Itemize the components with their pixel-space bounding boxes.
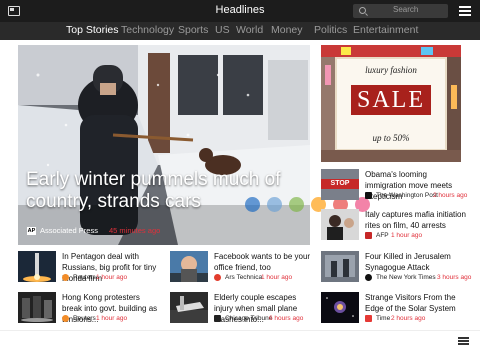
story-thumbnail [170, 251, 208, 282]
ad-headline: luxury fashion [365, 65, 417, 75]
tab-sports[interactable]: Sports [178, 24, 208, 36]
story-card[interactable]: Elderly couple escapes injury when small… [170, 292, 312, 324]
loading-dot [289, 197, 304, 212]
story-title[interactable]: Four Killed in Jerusalem Synagogue Attac… [365, 251, 466, 273]
loading-dot [245, 197, 260, 212]
story-source: Reuters [73, 274, 96, 281]
story-title[interactable]: Italy captures mafia initiation rites on… [365, 209, 466, 231]
story-thumbnail [170, 292, 208, 323]
chicago-tribune-logo-icon [214, 315, 221, 322]
thumbnail-sign-text: STOP [330, 180, 350, 187]
side-story-card[interactable]: Italy captures mafia initiation rites on… [321, 209, 466, 241]
story-time: 6 hours ago [269, 315, 304, 322]
top-bar: Headlines Search [0, 0, 480, 22]
reuters-logo-icon [62, 274, 69, 281]
hero-source: Associated Press [40, 226, 98, 235]
story-time: 2 hours ago [433, 192, 468, 199]
list-view-icon[interactable] [458, 337, 469, 346]
reuters-logo-icon [62, 315, 69, 322]
hamburger-menu-icon[interactable] [459, 6, 471, 16]
tab-technology[interactable]: Technology [121, 24, 174, 36]
story-thumbnail [18, 292, 56, 323]
tab-politics[interactable]: Politics [314, 24, 347, 36]
story-title[interactable]: Facebook wants to be your office friend,… [214, 251, 314, 273]
story-time: 1 hour ago [261, 274, 293, 281]
story-source: AFP [376, 232, 389, 239]
tab-money[interactable]: Money [271, 24, 303, 36]
story-title[interactable]: Strange Visitors From the Edge of the So… [365, 292, 466, 314]
story-time: 1 hour ago [96, 274, 128, 281]
hero-timestamp: 45 minutes ago [109, 226, 161, 235]
story-time: 3 hours ago [437, 274, 472, 281]
side-story-card[interactable]: Four Killed in Jerusalem Synagogue Attac… [321, 251, 471, 283]
story-card[interactable]: In Pentagon deal with Russians, big prof… [18, 251, 160, 283]
story-source: Reuters [73, 315, 96, 322]
loading-dot [267, 197, 282, 212]
ad-sale-label: SALE [351, 85, 431, 115]
tab-us[interactable]: US [215, 24, 230, 36]
story-thumbnail [321, 292, 359, 323]
story-thumbnail [321, 209, 359, 240]
story-thumbnail [18, 251, 56, 282]
story-time: 1 hour ago [391, 232, 423, 239]
new-york-times-logo-icon [365, 274, 372, 281]
story-time: 1 hour ago [96, 315, 128, 322]
search-placeholder: Search [393, 5, 419, 14]
story-source: The New York Times [376, 274, 436, 281]
advertisement-banner[interactable]: luxury fashion SALE up to 50% [321, 45, 461, 162]
story-source: Chicago Tribune [225, 315, 273, 322]
ars-technica-logo-icon [214, 274, 221, 281]
ad-discount: up to 50% [372, 133, 410, 143]
search-box[interactable]: Search [353, 4, 448, 18]
story-source: Time [376, 315, 391, 322]
washington-post-logo-icon [365, 192, 372, 199]
side-story-card[interactable]: Strange Visitors From the Edge of the So… [321, 292, 466, 324]
story-time: 2 hours ago [391, 315, 426, 322]
time-logo-icon [365, 315, 372, 322]
tab-world[interactable]: World [236, 24, 263, 36]
story-card[interactable]: Hong Kong protesters break into govt. bu… [18, 292, 160, 324]
tab-entertainment[interactable]: Entertainment [353, 24, 418, 36]
search-icon [359, 7, 366, 14]
afp-logo-icon [365, 232, 372, 239]
side-story-card[interactable]: STOP Obama's looming immigration move me… [321, 169, 468, 201]
category-tabs: Top Stories Technology Sports US World M… [0, 22, 480, 40]
story-source: Ars Technica [225, 274, 263, 281]
bottom-app-bar [0, 330, 480, 351]
story-card[interactable]: Facebook wants to be your office friend,… [170, 251, 312, 283]
ap-logo-icon: AP [27, 227, 36, 235]
story-source: The Washington Post [376, 192, 438, 199]
story-thumbnail [321, 251, 359, 282]
tab-top-stories[interactable]: Top Stories [66, 24, 119, 36]
